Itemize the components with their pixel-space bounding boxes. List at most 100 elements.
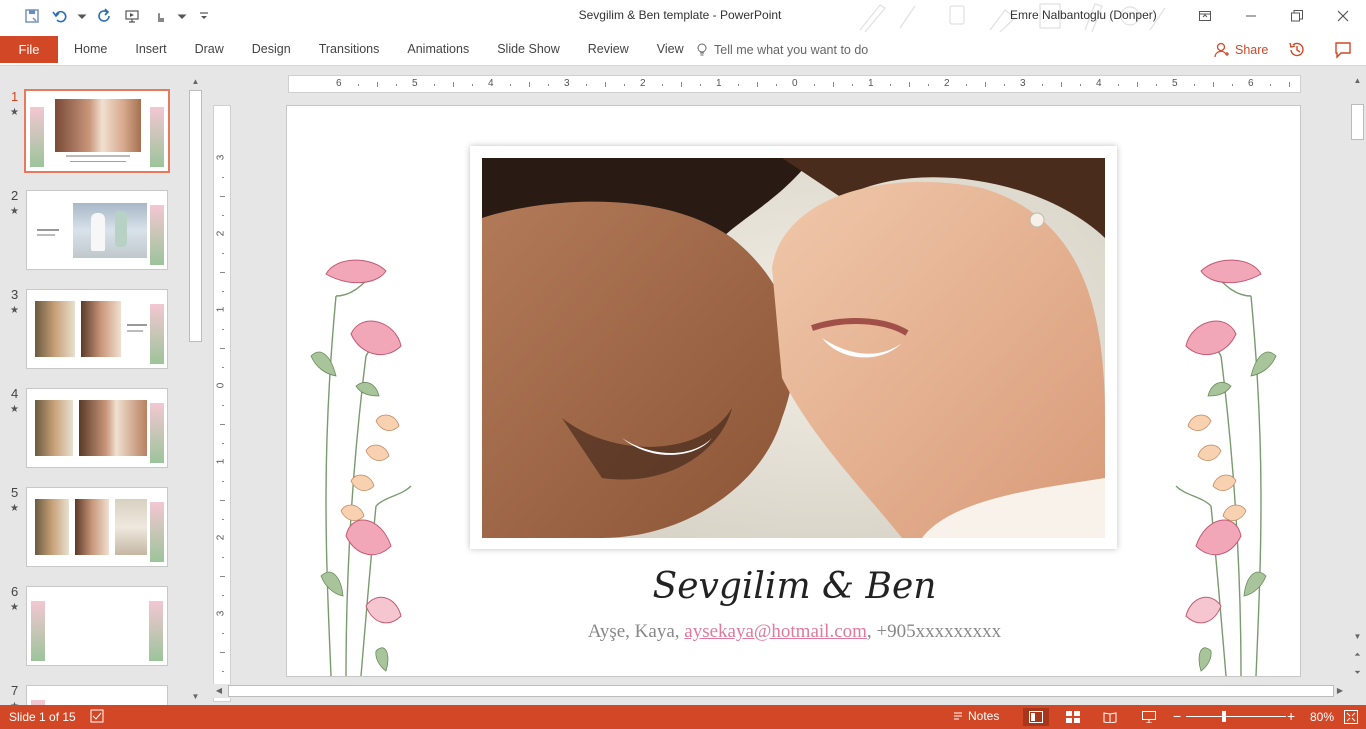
notes-button[interactable]: Notes bbox=[952, 709, 999, 723]
zoom-level[interactable]: 80% bbox=[1310, 710, 1334, 724]
couple-photo[interactable] bbox=[482, 158, 1105, 538]
share-button[interactable]: Share bbox=[1214, 36, 1268, 63]
thumbnail-row-6[interactable]: 6 ★ bbox=[0, 584, 186, 666]
tell-me-search[interactable]: Tell me what you want to do bbox=[696, 36, 868, 63]
flower-decoration bbox=[149, 601, 163, 661]
tab-draw[interactable]: Draw bbox=[181, 36, 238, 63]
ruler-mark-label: 1 bbox=[215, 306, 227, 313]
thumbnail-row-1[interactable]: 1 ★ bbox=[0, 89, 186, 173]
horizontal-scrollbar[interactable]: ◀ ▶ bbox=[212, 684, 1347, 698]
tab-slide-show[interactable]: Slide Show bbox=[483, 36, 574, 63]
thumbnail-number: 6 bbox=[11, 584, 19, 599]
close-icon[interactable] bbox=[1320, 0, 1366, 32]
ruler-tick bbox=[377, 82, 378, 87]
comments-icon[interactable] bbox=[1333, 40, 1353, 60]
reading-view-button[interactable] bbox=[1097, 708, 1123, 726]
thumbnail-slide-3[interactable] bbox=[26, 289, 168, 369]
thumbnail-slide-6[interactable] bbox=[26, 586, 168, 666]
spell-check-icon[interactable] bbox=[90, 709, 104, 723]
thumbnail-row-5[interactable]: 5 ★ bbox=[0, 485, 186, 567]
touch-mode-icon[interactable] bbox=[148, 4, 172, 28]
undo-dropdown-icon[interactable] bbox=[76, 4, 88, 28]
scroll-up-icon[interactable]: ▲ bbox=[190, 76, 201, 87]
zoom-in-button[interactable]: + bbox=[1287, 708, 1295, 724]
scroll-left-icon[interactable]: ◀ bbox=[212, 684, 226, 698]
slide-vertical-scrollbar[interactable]: ▲ ▼ ⏶ ⏷ bbox=[1349, 74, 1366, 684]
ruler-tick bbox=[472, 84, 473, 86]
photo-frame[interactable] bbox=[470, 146, 1117, 549]
ruler-tick bbox=[220, 424, 225, 425]
tab-view[interactable]: View bbox=[643, 36, 698, 63]
slide-title[interactable]: Sevgilim & Ben bbox=[287, 566, 1300, 607]
undo-icon[interactable] bbox=[48, 4, 72, 28]
zoom-out-button[interactable]: − bbox=[1173, 708, 1181, 724]
zoom-slider[interactable] bbox=[1186, 716, 1286, 717]
activity-history-icon[interactable] bbox=[1287, 40, 1307, 60]
scroll-down-icon[interactable]: ▼ bbox=[1349, 630, 1366, 644]
ruler-tick bbox=[1156, 84, 1157, 86]
ruler-mark-label: 1 bbox=[716, 78, 722, 89]
tab-home[interactable]: Home bbox=[60, 36, 121, 63]
customize-toolbar-icon[interactable] bbox=[192, 4, 216, 28]
scroll-right-icon[interactable]: ▶ bbox=[1333, 684, 1347, 698]
thumbnail-photo bbox=[79, 400, 147, 456]
tab-animations[interactable]: Animations bbox=[393, 36, 483, 63]
thumbnail-slide-1[interactable] bbox=[24, 89, 170, 173]
thumbnail-slide-2[interactable] bbox=[26, 190, 168, 270]
tell-me-placeholder: Tell me what you want to do bbox=[714, 42, 869, 57]
ruler-tick bbox=[814, 84, 815, 86]
slide-subtitle[interactable]: Ayşe, Kaya, aysekaya@hotmail.com, +905xx… bbox=[287, 621, 1300, 643]
tab-transitions[interactable]: Transitions bbox=[305, 36, 394, 63]
user-name[interactable]: Emre Nalbantoglu (Donper) bbox=[1010, 8, 1190, 22]
email-link[interactable]: aysekaya@hotmail.com bbox=[684, 621, 867, 642]
tab-review[interactable]: Review bbox=[574, 36, 643, 63]
thumbnail-row-4[interactable]: 4 ★ bbox=[0, 386, 186, 468]
ruler-tick bbox=[1080, 84, 1081, 86]
redo-icon[interactable] bbox=[92, 4, 116, 28]
ruler-tick bbox=[776, 84, 777, 86]
next-slide-icon[interactable]: ⏷ bbox=[1349, 666, 1366, 680]
restore-icon[interactable] bbox=[1274, 0, 1320, 32]
thumbnail-row-7[interactable]: 7 ★ bbox=[0, 683, 186, 705]
touch-dropdown-icon[interactable] bbox=[176, 4, 188, 28]
slide-count[interactable]: Slide 1 of 15 bbox=[9, 710, 76, 724]
minimize-icon[interactable] bbox=[1228, 0, 1274, 32]
ruler-tick bbox=[222, 481, 224, 482]
thumbnail-title-line bbox=[66, 155, 130, 157]
slide-canvas[interactable]: Sevgilim & Ben Ayşe, Kaya, aysekaya@hotm… bbox=[286, 105, 1301, 677]
thumbnail-row-3[interactable]: 3 ★ bbox=[0, 287, 186, 369]
start-from-beginning-icon[interactable] bbox=[120, 4, 144, 28]
ruler-tick bbox=[222, 443, 224, 444]
thumbnail-slide-7[interactable] bbox=[26, 685, 168, 705]
tab-file[interactable]: File bbox=[0, 36, 58, 63]
ruler-tick bbox=[358, 84, 359, 86]
slide-sorter-button[interactable] bbox=[1060, 708, 1086, 726]
thumbnail-row-2[interactable]: 2 ★ bbox=[0, 188, 186, 270]
ruler-tick bbox=[510, 84, 511, 86]
ruler-mark-label: 1 bbox=[215, 458, 227, 465]
slide-show-button[interactable] bbox=[1136, 708, 1162, 726]
ruler-tick bbox=[548, 84, 549, 86]
scrollbar-thumb[interactable] bbox=[189, 90, 202, 342]
scrollbar-thumb[interactable] bbox=[228, 685, 1334, 697]
subtitle-names: Ayşe, Kaya, bbox=[587, 621, 685, 642]
zoom-slider-thumb[interactable] bbox=[1222, 711, 1226, 722]
ribbon-display-options-icon[interactable] bbox=[1182, 0, 1228, 32]
thumbnail-text-line bbox=[127, 324, 147, 326]
ruler-tick bbox=[220, 500, 225, 501]
thumbnail-slide-4[interactable] bbox=[26, 388, 168, 468]
flower-decoration bbox=[31, 601, 45, 661]
fit-slide-icon[interactable] bbox=[1344, 710, 1358, 724]
save-icon[interactable] bbox=[20, 4, 44, 28]
previous-slide-icon[interactable]: ⏶ bbox=[1349, 648, 1366, 662]
scroll-up-icon[interactable]: ▲ bbox=[1349, 74, 1366, 88]
tab-design[interactable]: Design bbox=[238, 36, 305, 63]
thumbnail-slide-5[interactable] bbox=[26, 487, 168, 567]
ruler-tick bbox=[833, 82, 834, 87]
scroll-down-icon[interactable]: ▼ bbox=[190, 691, 201, 702]
ruler-mark-label: 0 bbox=[792, 78, 798, 89]
thumbnail-scrollbar[interactable]: ▲ ▼ bbox=[187, 74, 204, 704]
normal-view-button[interactable] bbox=[1023, 708, 1049, 726]
tab-insert[interactable]: Insert bbox=[121, 36, 180, 63]
scrollbar-thumb[interactable] bbox=[1351, 104, 1364, 140]
